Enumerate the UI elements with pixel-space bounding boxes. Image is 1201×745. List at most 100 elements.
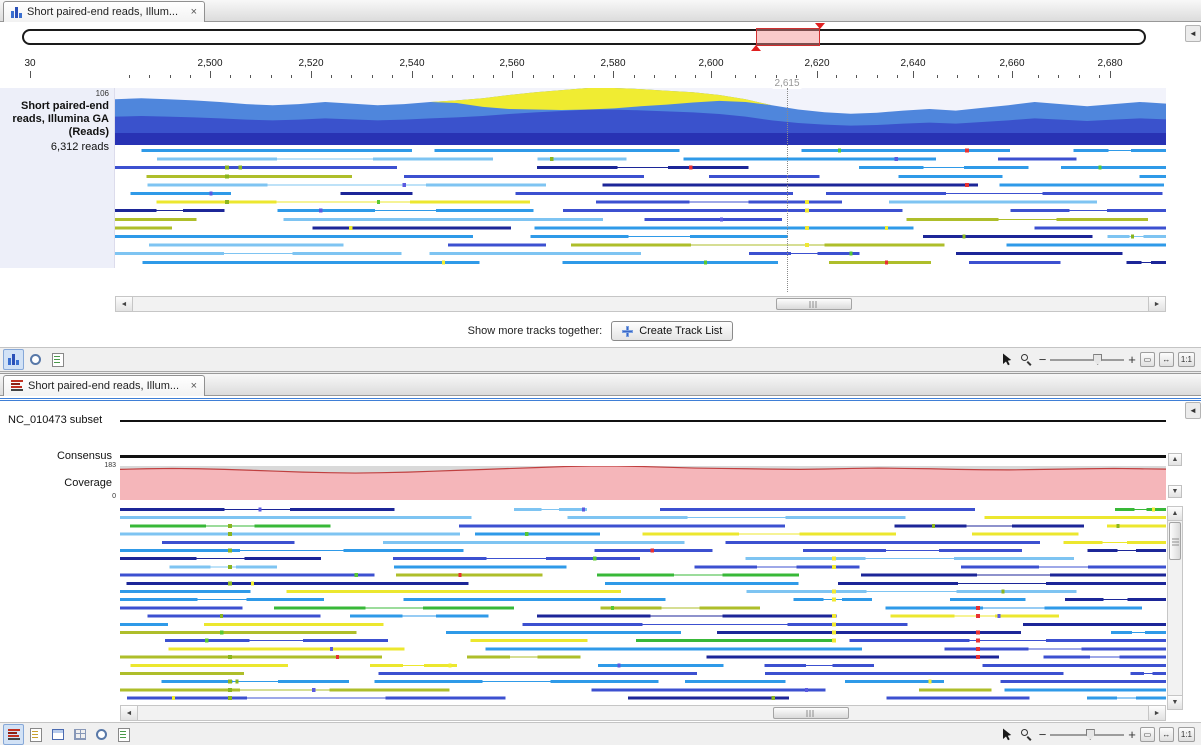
view-grid-icon[interactable] [69,724,90,745]
pane-scroll-down-icon[interactable]: ▼ [1168,485,1182,498]
ruler-minor-tick [856,75,857,78]
cursor-tool-icon[interactable] [999,352,1015,368]
ruler-label: 2,600 [698,58,723,69]
selection-end-marker-icon[interactable] [815,23,825,29]
ruler-tick [817,71,818,78]
tab-track-view[interactable]: Short paired-end reads, Illum... × [3,1,205,22]
grid-icon [74,729,86,740]
view-report-icon[interactable] [113,724,134,745]
ruler-minor-tick [634,75,635,78]
scroll-left-icon[interactable]: ◄ [116,297,133,311]
horizontal-scrollbar[interactable]: ◄ ► [120,705,1166,721]
zoom-in-icon[interactable]: + [1128,353,1136,366]
scroll-up-icon[interactable]: ▲ [1168,507,1182,521]
vertical-scrollbar[interactable]: ▲ ▼ [1167,506,1183,710]
coverage-max-value: 106 [5,88,109,98]
ruler-minor-tick [473,75,474,78]
zoom-tool-icon[interactable] [1019,352,1035,368]
ruler-minor-tick [1058,75,1059,78]
view-annotation-icon[interactable] [25,724,46,745]
reads-pileup[interactable] [120,506,1166,702]
collapse-side-panel-button[interactable]: ◄ [1185,402,1201,419]
zoom-in-icon[interactable]: + [1128,728,1136,741]
ruler-minor-tick [351,75,352,78]
view-track-icon[interactable] [3,349,24,370]
thumb-grip-icon [807,710,816,717]
circle-icon [96,729,107,740]
view-overview-icon[interactable] [91,724,112,745]
zoom-100-button[interactable]: 1:1 [1178,352,1195,367]
scrollbar-thumb[interactable] [776,298,852,310]
zoom-slider[interactable] [1050,352,1124,367]
create-track-list-button[interactable]: Create Track List [611,321,733,341]
scrollbar-thumb[interactable] [1169,522,1181,560]
read-mapping-window: Short paired-end reads, Illum... × ◄ NC_… [0,373,1201,745]
tab-label: Short paired-end reads, Illum... [27,6,178,18]
coverage-label: Coverage [0,477,112,489]
view-table-icon[interactable] [47,724,68,745]
consensus-sequence-line[interactable] [120,455,1166,458]
ruler-label: 2,580 [600,58,625,69]
zoom-100-button[interactable]: 1:1 [1178,727,1195,742]
annotation-page-icon [30,728,42,742]
ruler-minor-tick [937,75,938,78]
scroll-right-icon[interactable]: ► [1148,297,1165,311]
zoom-slider[interactable] [1050,727,1124,742]
ruler-minor-tick [695,75,696,78]
tab-label: Short paired-end reads, Illum... [28,380,179,392]
ruler-tick [210,71,211,78]
ruler-tick [512,71,513,78]
horizontal-scrollbar[interactable]: ◄ ► [115,296,1166,312]
selection-start-marker-icon[interactable] [751,45,761,51]
tab-read-mapping[interactable]: Short paired-end reads, Illum... × [3,375,205,396]
reference-sequence-line[interactable] [120,420,1166,422]
pane-scroll-up-icon[interactable]: ▲ [1168,453,1182,466]
ruler-minor-tick [149,75,150,78]
collapse-side-panel-button[interactable]: ◄ [1185,25,1201,42]
bottom-tabbar: Short paired-end reads, Illum... × [0,374,1201,396]
scroll-left-icon[interactable]: ◄ [121,706,138,720]
ruler-minor-tick [654,75,655,78]
coverage-graph[interactable] [115,88,1166,145]
zoom-slider-thumb[interactable] [1086,729,1095,740]
ruler-label: 2,660 [999,58,1024,69]
view-overview-icon[interactable] [25,349,46,370]
pan-view-button[interactable]: ↔ [1159,352,1174,367]
scroll-down-icon[interactable]: ▼ [1168,695,1182,709]
view-report-icon[interactable] [47,349,68,370]
fit-width-button[interactable]: ▭ [1140,727,1155,742]
zoom-out-icon[interactable]: − [1039,353,1047,366]
tab-close-icon[interactable]: × [191,380,197,392]
reads-pileup[interactable] [115,147,1166,268]
alignment-icon [11,380,23,392]
ruler-tick [30,71,31,78]
circle-icon [30,354,41,365]
scrollbar-thumb[interactable] [773,707,849,719]
zoom-controls: − + ▭ ↔ 1:1 [999,727,1198,743]
cursor-tool-icon[interactable] [999,727,1015,743]
ruler-minor-tick [594,75,595,78]
ruler-label: 2,540 [399,58,424,69]
ruler-minor-tick [836,75,837,78]
ruler-minor-tick [372,75,373,78]
scroll-right-icon[interactable]: ► [1148,706,1165,720]
ruler-tick [1012,71,1013,78]
pan-view-button[interactable]: ↔ [1159,727,1174,742]
ruler-label: 2,560 [499,58,524,69]
tab-close-icon[interactable]: × [191,6,197,18]
application-window: Short paired-end reads, Illum... × ◄ 2,6… [0,0,1201,745]
zoom-out-icon[interactable]: − [1039,728,1047,741]
view-alignment-icon[interactable] [3,724,24,745]
magnifier-icon [1020,728,1033,741]
ruler-tick [711,71,712,78]
zoom-tool-icon[interactable] [1019,727,1035,743]
ruler-label: 30 [24,58,35,69]
track-title-line: reads, Illumina GA [5,113,109,126]
coverage-graph[interactable] [120,466,1166,500]
navigator-selection[interactable] [756,28,820,46]
ruler-tick [1110,71,1111,78]
overview-navigator[interactable] [22,29,1146,45]
zoom-slider-thumb[interactable] [1093,354,1102,365]
ruler-minor-tick [392,75,393,78]
fit-width-button[interactable]: ▭ [1140,352,1155,367]
